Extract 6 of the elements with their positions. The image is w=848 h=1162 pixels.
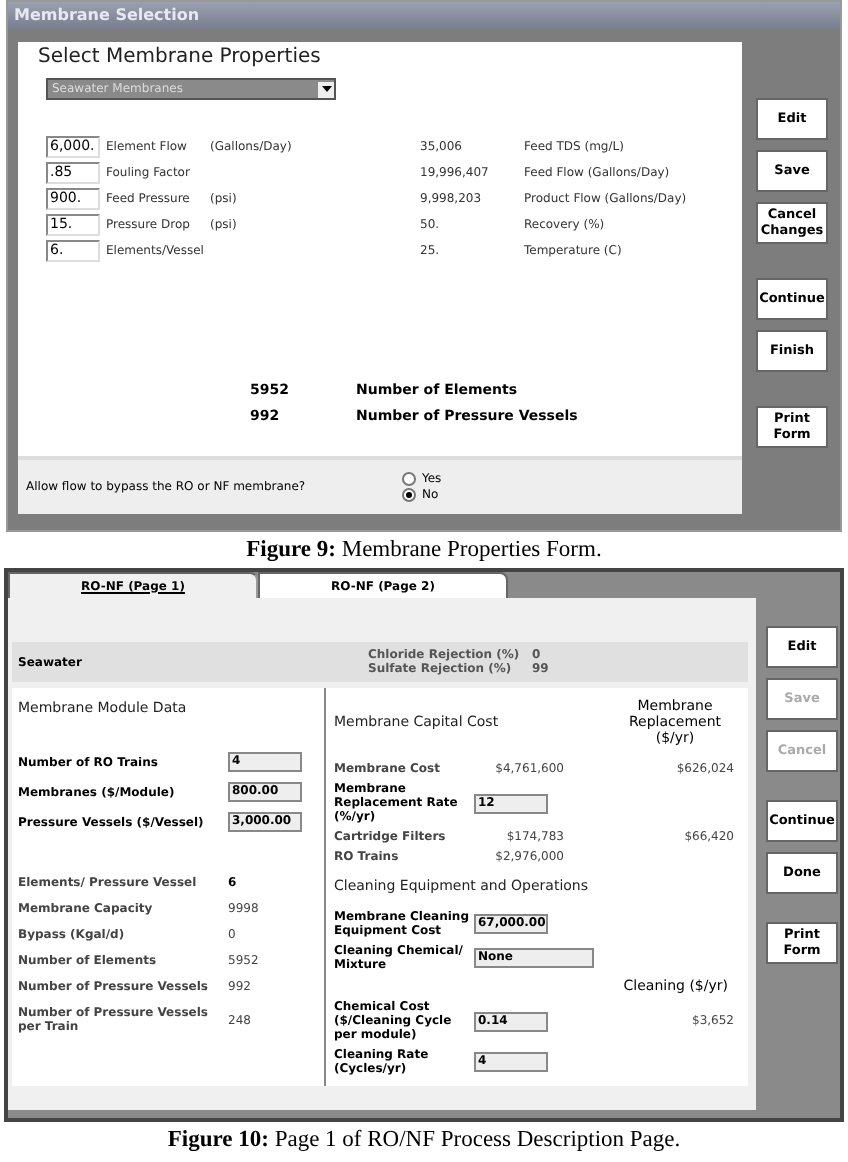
figure-caption: Figure 9: Membrane Properties Form. (246, 536, 602, 566)
figure-caption: Figure 10: Page 1 of RO/NF Process Description Page. (167, 1126, 681, 1156)
radio-button[interactable] (402, 472, 416, 486)
radio-button[interactable] (402, 488, 416, 502)
window-title: Membrane Selection (8, 2, 840, 30)
dropdown-arrow-icon (318, 81, 334, 97)
